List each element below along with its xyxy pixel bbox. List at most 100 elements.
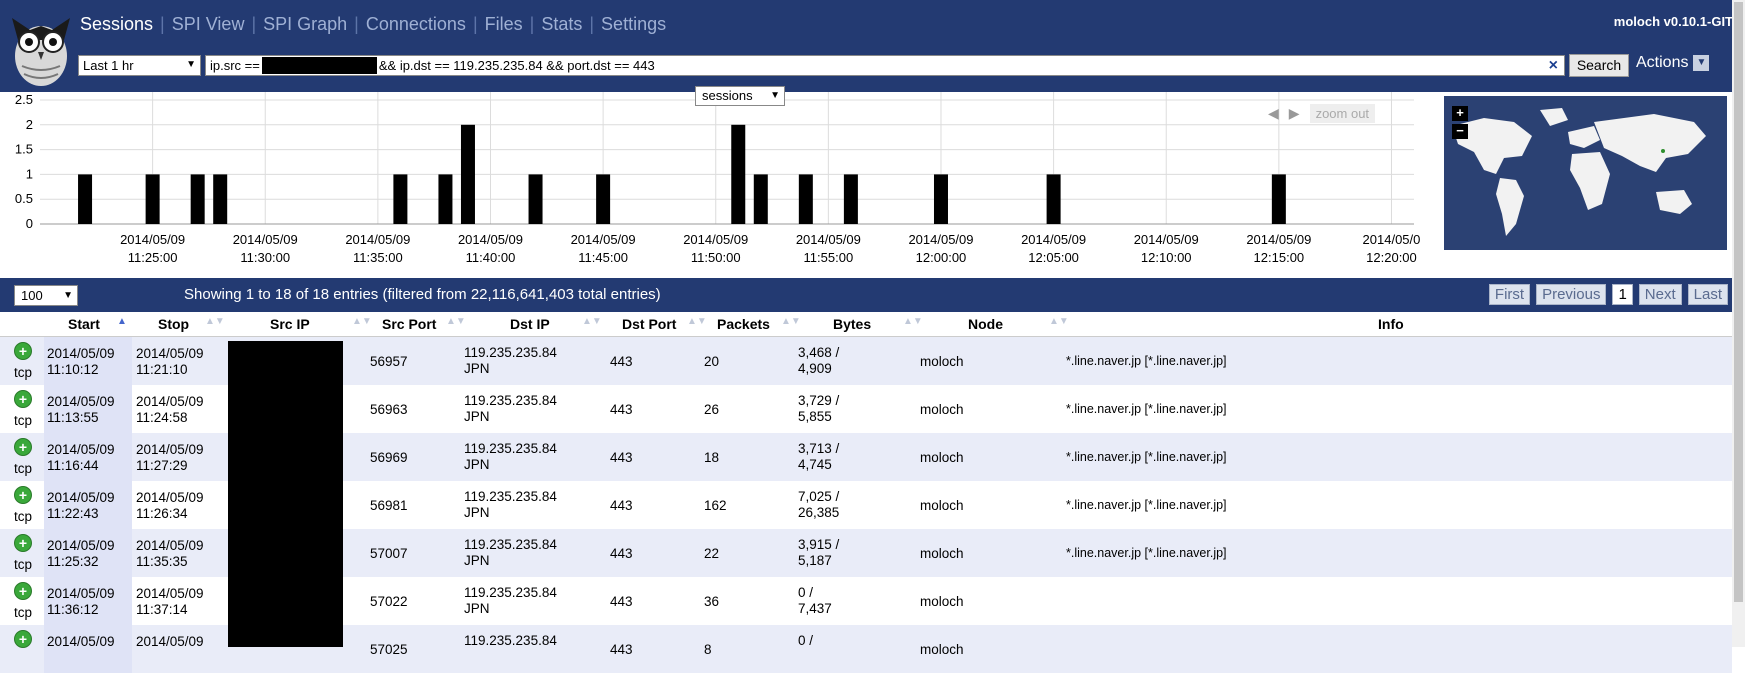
map-zoom-in-button[interactable]: + (1452, 106, 1468, 121)
pager-last-button[interactable]: Last (1687, 284, 1728, 305)
sort-icon[interactable]: ▲▼ (446, 316, 466, 327)
pager-next-button[interactable]: Next (1638, 284, 1682, 305)
histogram-bar[interactable] (78, 174, 93, 224)
node-cell[interactable]: moloch (920, 354, 964, 369)
histogram-bar[interactable] (145, 174, 160, 224)
sort-icon[interactable]: ▲▼ (352, 316, 372, 327)
histogram-bar[interactable] (213, 174, 228, 224)
nav-settings[interactable]: Settings (597, 14, 670, 35)
info-cell[interactable]: *.line.naver.jp [*.line.naver.jp] (1066, 546, 1227, 560)
histogram-bar[interactable] (596, 174, 611, 224)
info-cell[interactable]: *.line.naver.jp [*.line.naver.jp] (1066, 354, 1227, 368)
dst-port-cell[interactable]: 443 (610, 450, 633, 465)
pager-page-1-button[interactable]: 1 (1612, 284, 1633, 305)
nav-spi-view[interactable]: SPI View (168, 14, 249, 35)
histogram-bar[interactable] (798, 174, 813, 224)
histogram-bar[interactable] (1271, 174, 1286, 224)
node-cell[interactable]: moloch (920, 498, 964, 513)
dst-ip-cell[interactable]: 119.235.235.84 JPN (464, 393, 557, 425)
sessions-histogram[interactable]: 0 0.5 1 1.5 2 2.5 2014/05/09 11:25:00 2014/05/0… (0, 92, 1440, 270)
expand-session-icon[interactable]: + (14, 534, 32, 552)
column-header-stop[interactable]: Stop (158, 316, 189, 332)
dst-ip-cell[interactable]: 119.235.235.84 JPN (464, 489, 557, 521)
node-cell[interactable]: moloch (920, 450, 964, 465)
sort-icon[interactable]: ▲▼ (687, 316, 707, 327)
info-cell[interactable]: *.line.naver.jp [*.line.naver.jp] (1066, 498, 1227, 512)
dst-ip-cell[interactable]: 119.235.235.84 JPN (464, 585, 557, 617)
expand-session-icon[interactable]: + (14, 582, 32, 600)
histogram-bar[interactable] (843, 174, 858, 224)
column-header-bytes[interactable]: Bytes (833, 316, 871, 332)
world-map[interactable]: + − (1444, 96, 1727, 250)
histogram-bar[interactable] (438, 174, 453, 224)
time-range-select[interactable]: Last 1 hr ▼ (78, 55, 201, 76)
nav-spi-graph[interactable]: SPI Graph (259, 14, 351, 35)
node-cell[interactable]: moloch (920, 594, 964, 609)
src-port-cell[interactable]: 57022 (370, 594, 408, 609)
histogram-bar[interactable] (731, 124, 746, 224)
sort-ascending-icon[interactable]: ▲ (117, 316, 127, 327)
expand-session-icon[interactable]: + (14, 630, 32, 648)
zoom-out-button[interactable]: zoom out (1309, 104, 1376, 123)
sort-icon[interactable]: ▲▼ (903, 316, 923, 327)
src-port-cell[interactable]: 56981 (370, 498, 408, 513)
column-header-src-ip[interactable]: Src IP (270, 316, 310, 332)
dst-port-cell[interactable]: 443 (610, 594, 633, 609)
column-header-dst-ip[interactable]: Dst IP (510, 316, 550, 332)
graph-type-select[interactable]: sessions ▼ (695, 86, 785, 106)
dst-port-cell[interactable]: 443 (610, 498, 633, 513)
src-port-cell[interactable]: 57025 (370, 642, 408, 657)
dst-ip-cell[interactable]: 119.235.235.84 JPN (464, 345, 557, 377)
sort-icon[interactable]: ▲▼ (205, 316, 225, 327)
nav-connections[interactable]: Connections (362, 14, 470, 35)
src-port-cell[interactable]: 56957 (370, 354, 408, 369)
dst-port-cell[interactable]: 443 (610, 642, 633, 657)
node-cell[interactable]: moloch (920, 642, 964, 657)
nav-stats[interactable]: Stats (537, 14, 586, 35)
pager-previous-button[interactable]: Previous (1536, 284, 1607, 305)
dst-ip-cell[interactable]: 119.235.235.84 JPN (464, 441, 557, 473)
src-port-cell[interactable]: 56969 (370, 450, 408, 465)
histogram-bar[interactable] (460, 124, 475, 224)
histogram-bar[interactable] (190, 174, 205, 224)
scrollbar-thumb[interactable] (1734, 2, 1743, 602)
src-port-cell[interactable]: 56963 (370, 402, 408, 417)
dst-port-cell[interactable]: 443 (610, 354, 633, 369)
histogram-bar[interactable] (1046, 174, 1061, 224)
column-header-info[interactable]: Info (1378, 316, 1404, 332)
pan-right-icon[interactable]: ▶ (1289, 105, 1300, 122)
actions-menu-button[interactable]: Actions ▼ (1636, 54, 1710, 72)
search-button[interactable]: Search (1569, 54, 1629, 77)
column-header-node[interactable]: Node (968, 316, 1003, 332)
sort-icon[interactable]: ▲▼ (1049, 316, 1069, 327)
column-header-src-port[interactable]: Src Port (382, 316, 436, 332)
nav-files[interactable]: Files (481, 14, 527, 35)
dst-ip-cell[interactable]: 119.235.235.84 JPN (464, 537, 557, 569)
histogram-bar[interactable] (528, 174, 543, 224)
column-header-start[interactable]: Start (68, 316, 100, 332)
histogram-bar[interactable] (753, 174, 768, 224)
info-cell[interactable]: *.line.naver.jp [*.line.naver.jp] (1066, 402, 1227, 416)
pan-left-icon[interactable]: ◀ (1268, 105, 1279, 122)
histogram-bar[interactable] (393, 174, 408, 224)
info-cell[interactable]: *.line.naver.jp [*.line.naver.jp] (1066, 450, 1227, 464)
node-cell[interactable]: moloch (920, 402, 964, 417)
sort-icon[interactable]: ▲▼ (582, 316, 602, 327)
column-header-dst-port[interactable]: Dst Port (622, 316, 676, 332)
nav-sessions[interactable]: Sessions (76, 14, 157, 35)
page-size-select[interactable]: 100 ▼ (14, 285, 78, 306)
dst-port-cell[interactable]: 443 (610, 546, 633, 561)
map-zoom-out-button[interactable]: − (1452, 124, 1468, 139)
histogram-bar[interactable] (933, 174, 948, 224)
moloch-owl-logo[interactable] (8, 10, 74, 88)
node-cell[interactable]: moloch (920, 546, 964, 561)
expand-session-icon[interactable]: + (14, 390, 32, 408)
expand-session-icon[interactable]: + (14, 486, 32, 504)
sort-icon[interactable]: ▲▼ (781, 316, 801, 327)
clear-search-icon[interactable]: × (1549, 57, 1558, 75)
column-header-packets[interactable]: Packets (717, 316, 770, 332)
expand-session-icon[interactable]: + (14, 438, 32, 456)
expand-session-icon[interactable]: + (14, 342, 32, 360)
dst-port-cell[interactable]: 443 (610, 402, 633, 417)
pager-first-button[interactable]: First (1488, 284, 1531, 305)
